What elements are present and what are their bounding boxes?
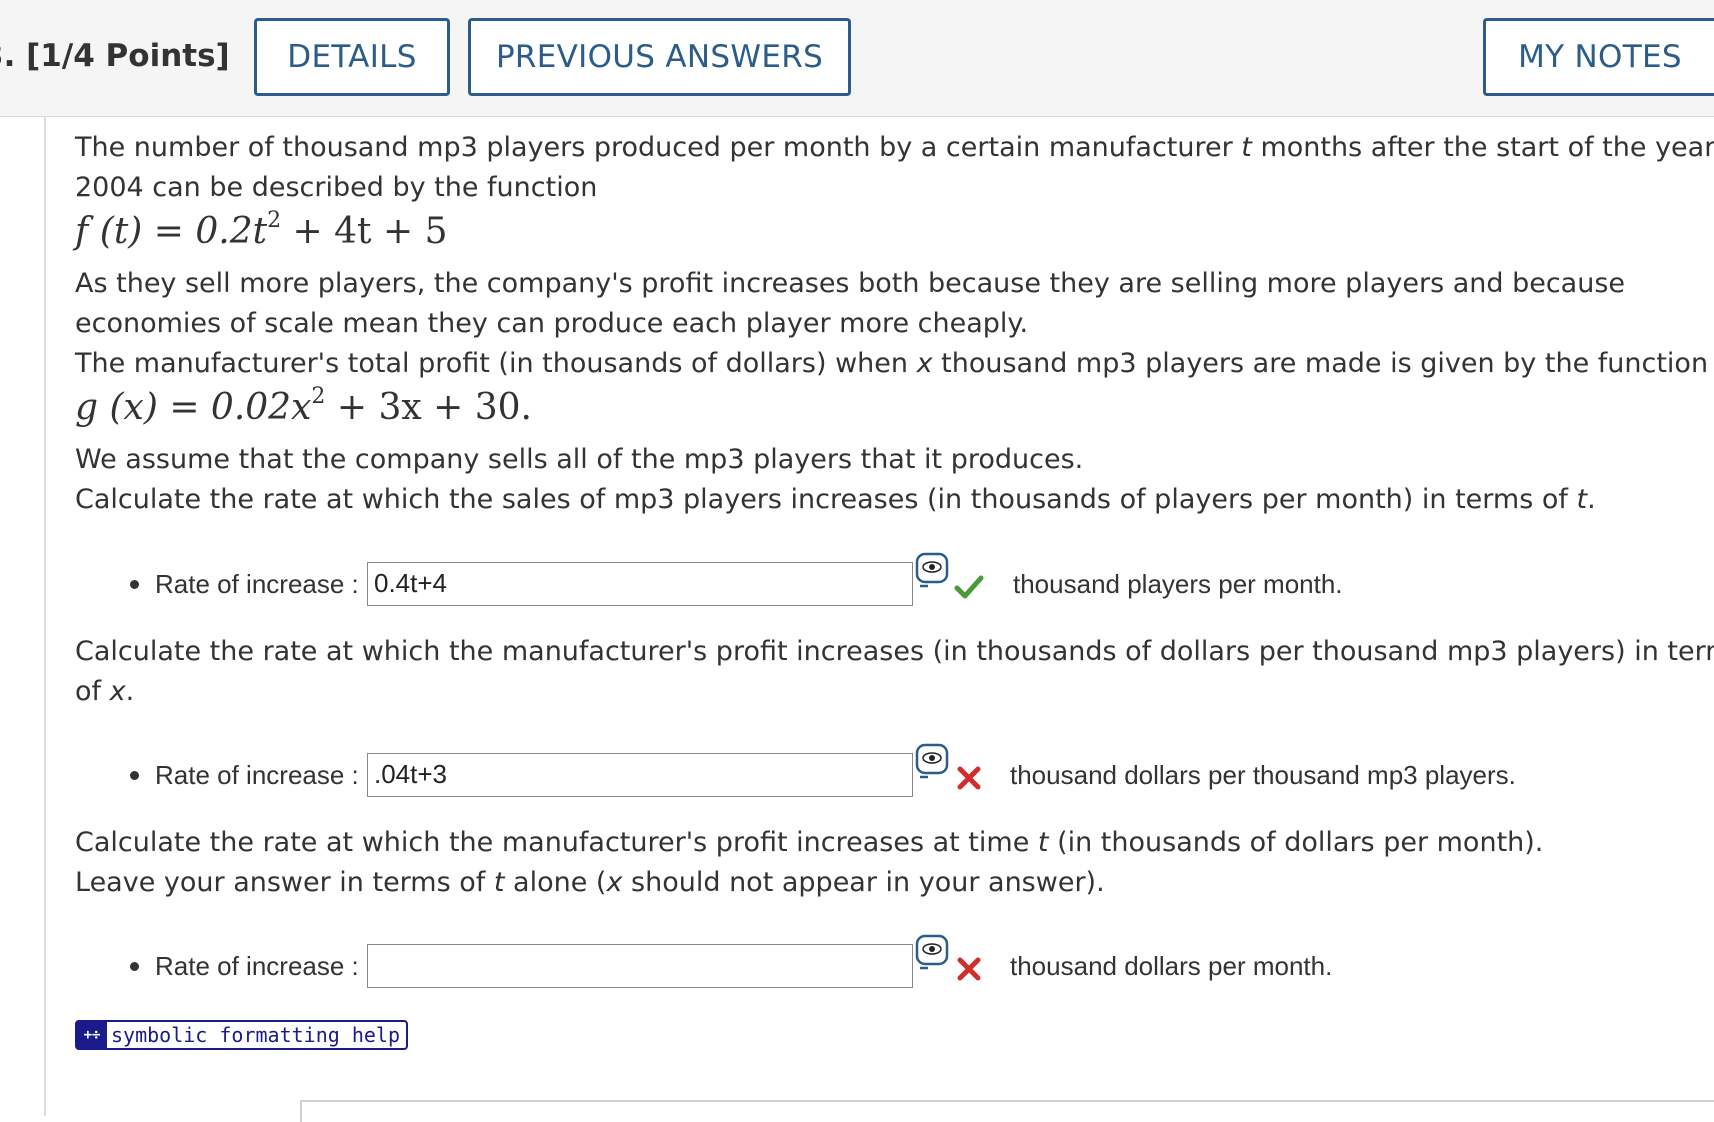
function-f: f (t) = 0.2t2 + 4t + 5 xyxy=(75,208,448,252)
question-2-line-1: Calculate the rate at which the manufact… xyxy=(75,636,1714,667)
answer-label: Rate of increase : xyxy=(155,951,359,981)
answer-label: Rate of increase : xyxy=(155,569,359,599)
answer-row-3: Rate of increase : thousand dollars per … xyxy=(0,934,1714,988)
answer-unit: thousand dollars per thousand mp3 player… xyxy=(1010,760,1516,790)
previous-answers-button[interactable]: PREVIOUS ANSWERS xyxy=(468,18,851,96)
cross-icon xyxy=(957,766,981,790)
answer-input-1[interactable]: 0.4t+4 xyxy=(367,562,913,606)
function-g: g (x) = 0.02x2 + 3x + 30. xyxy=(75,384,532,428)
answer-input-2[interactable]: .04t+3 xyxy=(367,753,913,797)
preview-eye-icon[interactable] xyxy=(914,552,950,590)
answer-row-1: Rate of increase : 0.4t+4 thousand playe… xyxy=(0,552,1714,606)
question-1: Calculate the rate at which the sales of… xyxy=(75,484,1596,515)
question-3-line-1: Calculate the rate at which the manufact… xyxy=(75,827,1544,858)
paragraph-2-line-2: economies of scale mean they can produce… xyxy=(75,308,1029,339)
paragraph-2-line-1: As they sell more players, the company's… xyxy=(75,268,1626,299)
answer-unit: thousand dollars per month. xyxy=(1010,951,1333,981)
question-points: 3. [1/4 Points] xyxy=(0,38,230,74)
intro-line-2: 2004 can be described by the function xyxy=(75,172,598,203)
question-header: 3. [1/4 Points] DETAILS PREVIOUS ANSWERS… xyxy=(0,0,1714,117)
answer-label: Rate of increase : xyxy=(155,760,359,790)
cross-icon xyxy=(957,957,981,981)
answer-row-2: Rate of increase : .04t+3 thousand dolla… xyxy=(0,743,1714,797)
bullet xyxy=(130,771,139,780)
symbolic-formatting-help-button[interactable]: +÷ symbolic formatting help xyxy=(75,1020,408,1050)
checkmark-icon xyxy=(954,575,984,599)
next-section-edge xyxy=(300,1100,1714,1122)
assumption: We assume that the company sells all of … xyxy=(75,444,1084,475)
answer-unit: thousand players per month. xyxy=(1013,569,1343,599)
symbolic-help-label: symbolic formatting help xyxy=(111,1023,400,1047)
preview-eye-icon[interactable] xyxy=(914,934,950,972)
details-button[interactable]: DETAILS xyxy=(254,18,450,96)
math-symbols-icon: +÷ xyxy=(77,1022,107,1048)
bullet xyxy=(130,962,139,971)
answer-input-3[interactable] xyxy=(367,944,913,988)
paragraph-3: The manufacturer's total profit (in thou… xyxy=(75,348,1709,379)
bullet xyxy=(130,580,139,589)
my-notes-button[interactable]: MY NOTES xyxy=(1483,18,1714,96)
intro-line-1: The number of thousand mp3 players produ… xyxy=(75,132,1714,163)
question-3-line-2: Leave your answer in terms of t alone (x… xyxy=(75,867,1105,898)
preview-eye-icon[interactable] xyxy=(914,743,950,781)
question-2-line-2: of x. xyxy=(75,676,135,707)
